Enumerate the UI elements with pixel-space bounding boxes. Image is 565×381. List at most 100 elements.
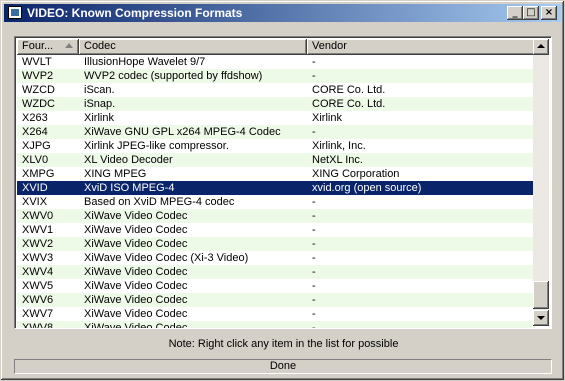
cell-vendor: - — [312, 280, 316, 292]
cell-fourcc: WVP2 — [22, 70, 54, 82]
app-icon — [8, 6, 22, 19]
list-rows: WVLT IllusionHope Wavelet 9/7 - WVP2 WVP2 co… — [17, 55, 535, 329]
cell-codec: XiWave Video Codec — [84, 308, 188, 320]
table-row[interactable]: XWV2 XiWave Video Codec - — [17, 237, 535, 251]
list-header: Four... Codec Vendor — [17, 39, 535, 55]
cell-codec: iScan. — [84, 84, 115, 96]
cell-vendor: - — [312, 56, 316, 68]
cell-fourcc: XWV2 — [22, 238, 54, 250]
cell-vendor: - — [312, 308, 316, 320]
cell-vendor: - — [312, 322, 316, 329]
cell-fourcc: XWV1 — [22, 224, 54, 236]
cell-fourcc: X263 — [22, 112, 48, 124]
cell-codec: XiWave Video Codec — [84, 224, 188, 236]
cell-fourcc: XWV4 — [22, 266, 54, 278]
cell-codec: WVP2 codec (supported by ffdshow) — [84, 70, 263, 82]
close-button[interactable]: × — [541, 6, 557, 20]
sort-ascending-icon — [65, 43, 73, 48]
cell-codec: Xirlink — [84, 112, 114, 124]
cell-fourcc: XWV8 — [22, 322, 54, 329]
cell-codec: XiWave Video Codec (Xi-3 Video) — [84, 252, 249, 264]
cell-vendor: xvid.org (open source) — [312, 182, 422, 194]
table-row[interactable]: WVLT IllusionHope Wavelet 9/7 - — [17, 55, 535, 69]
table-row[interactable]: X264 XiWave GNU GPL x264 MPEG-4 Codec - — [17, 125, 535, 139]
cell-fourcc: XWV7 — [22, 308, 54, 320]
cell-codec: XiWave Video Codec — [84, 210, 188, 222]
cell-vendor: Xirlink — [312, 112, 342, 124]
cell-codec: XiWave GNU GPL x264 MPEG-4 Codec — [84, 126, 281, 138]
cell-codec: XING MPEG — [84, 168, 147, 180]
table-row[interactable]: XVIX Based on XviD MPEG-4 codec - — [17, 195, 535, 209]
cell-vendor: CORE Co. Ltd. — [312, 84, 386, 96]
column-header-label: Codec — [84, 40, 116, 52]
cell-codec: Xirlink JPEG-like compressor. — [84, 140, 229, 152]
column-header-label: Four... — [22, 40, 54, 52]
cell-fourcc: XMPG — [22, 168, 55, 180]
cell-codec: XiWave Video Codec — [84, 322, 188, 329]
cell-fourcc: WVLT — [22, 56, 52, 68]
hint-text: Note: Right click any item in the list f… — [168, 338, 399, 350]
cell-vendor: - — [312, 252, 316, 264]
table-row[interactable]: XWV3 XiWave Video Codec (Xi-3 Video) - — [17, 251, 535, 265]
table-row[interactable]: XWV1 XiWave Video Codec - — [17, 223, 535, 237]
cell-vendor: - — [312, 266, 316, 278]
scroll-up-button[interactable] — [533, 39, 549, 55]
table-row[interactable]: XMPG XING MPEG XING Corporation — [17, 167, 535, 181]
scroll-down-button[interactable] — [533, 310, 549, 326]
vertical-scrollbar[interactable] — [533, 39, 549, 326]
table-row[interactable]: XWV0 XiWave Video Codec - — [17, 209, 535, 223]
cell-fourcc: XWV5 — [22, 280, 54, 292]
table-row[interactable]: XWV8 XiWave Video Codec - — [17, 321, 535, 329]
table-row[interactable]: WZDC iSnap. CORE Co. Ltd. — [17, 97, 535, 111]
cell-vendor: Xirlink, Inc. — [312, 140, 366, 152]
column-header-fourcc[interactable]: Four... — [17, 39, 79, 55]
scroll-thumb[interactable] — [533, 281, 549, 309]
cell-fourcc: X264 — [22, 126, 48, 138]
minimize-button[interactable]: _ — [507, 6, 523, 20]
cell-fourcc: XLV0 — [22, 154, 49, 166]
cell-vendor: - — [312, 196, 316, 208]
column-header-vendor[interactable]: Vendor — [307, 39, 535, 55]
arrow-up-icon — [537, 44, 545, 48]
table-row[interactable]: XWV6 XiWave Video Codec - — [17, 293, 535, 307]
title-bar[interactable]: VIDEO: Known Compression Formats _ □ × — [4, 4, 561, 22]
cell-codec: XiWave Video Codec — [84, 238, 188, 250]
cell-vendor: NetXL Inc. — [312, 154, 363, 166]
cell-vendor: - — [312, 210, 316, 222]
cell-fourcc: XJPG — [22, 140, 51, 152]
cell-codec: iSnap. — [84, 98, 116, 110]
cell-fourcc: XVIX — [22, 196, 48, 208]
table-row[interactable]: WVP2 WVP2 codec (supported by ffdshow) - — [17, 69, 535, 83]
codec-window: VIDEO: Known Compression Formats _ □ × F… — [0, 0, 565, 381]
table-row[interactable]: WZCD iScan. CORE Co. Ltd. — [17, 83, 535, 97]
cell-codec: XiWave Video Codec — [84, 294, 188, 306]
cell-fourcc: XWV6 — [22, 294, 54, 306]
table-row[interactable]: XWV4 XiWave Video Codec - — [17, 265, 535, 279]
table-row[interactable]: XWV7 XiWave Video Codec - — [17, 307, 535, 321]
column-header-label: Vendor — [312, 40, 347, 52]
status-bar: Done — [14, 359, 552, 374]
table-row[interactable]: XWV5 XiWave Video Codec - — [17, 279, 535, 293]
cell-codec: IllusionHope Wavelet 9/7 — [84, 56, 206, 68]
table-row[interactable]: XJPG Xirlink JPEG-like compressor. Xirlink… — [17, 139, 535, 153]
table-row[interactable]: XLV0 XL Video Decoder NetXL Inc. — [17, 153, 535, 167]
cell-codec: XL Video Decoder — [84, 154, 173, 166]
cell-codec: XiWave Video Codec — [84, 266, 188, 278]
cell-vendor: - — [312, 126, 316, 138]
cell-vendor: - — [312, 294, 316, 306]
cell-fourcc: WZDC — [22, 98, 55, 110]
cell-codec: XviD ISO MPEG-4 — [84, 182, 175, 194]
cell-fourcc: XVID — [22, 182, 48, 194]
cell-vendor: XING Corporation — [312, 168, 400, 180]
column-header-codec[interactable]: Codec — [79, 39, 307, 55]
cell-vendor: - — [312, 224, 316, 236]
codec-list[interactable]: Four... Codec Vendor WVLT IllusionHope Wa… — [14, 36, 552, 329]
cell-vendor: - — [312, 238, 316, 250]
maximize-button[interactable]: □ — [523, 6, 539, 20]
cell-fourcc: XWV0 — [22, 210, 54, 222]
cell-vendor: CORE Co. Ltd. — [312, 98, 386, 110]
table-row[interactable]: X263 Xirlink Xirlink — [17, 111, 535, 125]
cell-fourcc: XWV3 — [22, 252, 54, 264]
cell-codec: XiWave Video Codec — [84, 280, 188, 292]
table-row[interactable]: XVID XviD ISO MPEG-4 xvid.org (open source… — [17, 181, 535, 195]
